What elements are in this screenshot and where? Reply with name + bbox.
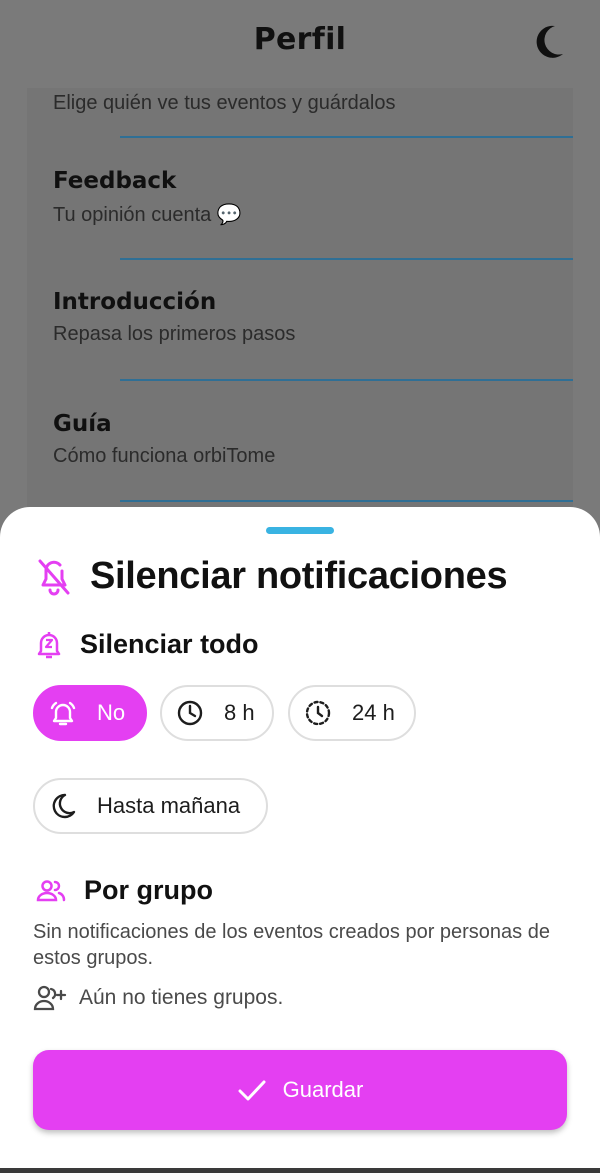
divider bbox=[120, 258, 573, 260]
profile-item-subtitle: Elige quién ve tus eventos y guárdalos bbox=[53, 92, 396, 114]
add-user-icon bbox=[33, 985, 67, 1011]
sheet-title: Silenciar notificaciones bbox=[90, 555, 508, 597]
dashed-clock-icon bbox=[305, 700, 331, 726]
profile-item-title: Guía bbox=[53, 411, 112, 437]
profile-item-subtitle: Tu opinión cuenta 💬 bbox=[53, 204, 242, 226]
chip-label: 24 h bbox=[352, 700, 395, 725]
page-title: Perfil bbox=[253, 22, 347, 57]
mute-all-title: Silenciar todo bbox=[80, 629, 259, 659]
bell-snooze-icon bbox=[37, 631, 61, 658]
profile-item-intro[interactable]: Introducción Repasa los primeros pasos bbox=[53, 289, 295, 346]
clock-icon bbox=[177, 700, 203, 726]
divider bbox=[120, 379, 573, 381]
profile-menu-card: Elige quién ve tus eventos y guárdalos F… bbox=[27, 88, 573, 518]
no-groups-message: Aún no tienes grupos. bbox=[33, 985, 283, 1011]
profile-item-title: Feedback bbox=[53, 168, 177, 194]
bell-off-icon bbox=[38, 559, 70, 595]
moon-icon bbox=[52, 793, 76, 819]
profile-item-guide[interactable]: Guía Cómo funciona orbiTome bbox=[53, 411, 275, 468]
by-group-section-header: Por grupo bbox=[36, 875, 213, 906]
group-icon bbox=[36, 879, 66, 901]
chip-label: 8 h bbox=[224, 700, 255, 725]
check-icon bbox=[238, 1080, 266, 1101]
no-groups-text: Aún no tienes grupos. bbox=[79, 986, 284, 1009]
mute-notifications-sheet: Silenciar notificaciones Silenciar todo … bbox=[0, 507, 600, 1173]
chip-label: Hasta mañana bbox=[97, 793, 241, 818]
sheet-header: Silenciar notificaciones bbox=[36, 555, 508, 598]
mute-all-section-header: Silenciar todo bbox=[36, 629, 259, 660]
profile-item-privacy[interactable]: Elige quién ve tus eventos y guárdalos bbox=[53, 84, 395, 115]
profile-item-title: Introducción bbox=[53, 289, 217, 315]
sheet-drag-handle[interactable] bbox=[266, 527, 334, 534]
mute-option-24h[interactable]: 24 h bbox=[288, 685, 416, 741]
profile-item-subtitle: Cómo funciona orbiTome bbox=[53, 445, 276, 467]
moon-icon[interactable] bbox=[533, 24, 565, 60]
mute-option-no[interactable]: No bbox=[33, 685, 147, 741]
profile-item-feedback[interactable]: Feedback Tu opinión cuenta 💬 bbox=[53, 168, 242, 227]
bell-ringing-icon bbox=[50, 701, 76, 726]
divider bbox=[120, 500, 573, 502]
by-group-description: Sin notificaciones de los eventos creado… bbox=[33, 921, 550, 969]
save-button[interactable]: Guardar bbox=[33, 1050, 567, 1130]
by-group-title: Por grupo bbox=[84, 875, 213, 905]
profile-header: Perfil bbox=[0, 0, 600, 88]
profile-item-subtitle: Repasa los primeros pasos bbox=[53, 323, 296, 345]
mute-option-8h[interactable]: 8 h bbox=[160, 685, 274, 741]
system-nav-bar bbox=[0, 1168, 600, 1173]
divider bbox=[120, 136, 573, 138]
chip-label: No bbox=[97, 700, 126, 725]
save-button-label: Guardar bbox=[282, 1077, 364, 1102]
mute-option-until-tomorrow[interactable]: Hasta mañana bbox=[33, 778, 268, 834]
